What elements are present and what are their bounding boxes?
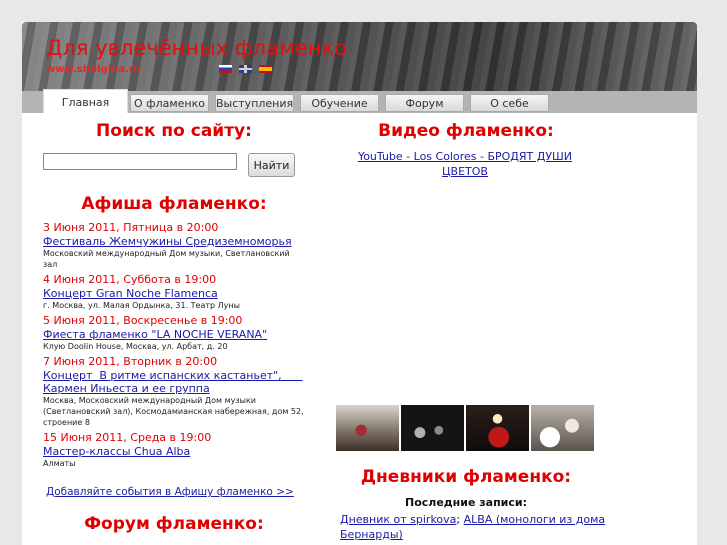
event-item: 5 Июня 2011, Воскресенье в 19:00 Фиеста … [43,314,305,352]
event-item: 3 Июня 2011, Пятница в 20:00 Фестиваль Ж… [43,221,305,270]
tab-about-flamenco[interactable]: О фламенко [130,94,209,112]
diaries-heading: Дневники фламенко: [360,467,572,487]
event-date: 15 Июня 2011, Среда в 19:00 [43,431,212,444]
flamenco-photo[interactable] [531,405,594,451]
event-date: 7 Июня 2011, Вторник в 20:00 [43,355,218,368]
event-item: 4 Июня 2011, Суббота в 19:00 Концерт Gra… [43,273,305,311]
main-nav: Главная О фламенко Выступления Обучение … [22,89,697,113]
afisha-heading: Афиша фламенко: [81,194,267,214]
russian-flag-icon[interactable] [219,65,232,73]
tab-home[interactable]: Главная [43,89,128,113]
event-list: 3 Июня 2011, Пятница в 20:00 Фестиваль Ж… [43,221,305,472]
tab-forum[interactable]: Форум [385,94,464,112]
event-place: г. Москва, ул. Малая Ордынка, 31. Театр … [43,301,240,310]
video-heading: Видео фламенко: [378,121,554,141]
search-input[interactable] [43,153,237,170]
forum-heading: Форум фламенко: [84,514,264,534]
event-place: Московский международный Дом музыки, Све… [43,249,290,269]
event-title-link[interactable]: Концерт В ритме испанских кастаньет", Ка… [43,369,305,395]
diaries-subheading: Последние записи: [404,496,528,509]
event-title-link[interactable]: Концерт Gran Noche Flamenca [43,287,305,300]
event-date: 4 Июня 2011, Суббота в 19:00 [43,273,217,286]
event-date: 5 Июня 2011, Воскресенье в 19:00 [43,314,243,327]
search-button[interactable]: Найти [248,153,295,177]
event-place: Алматы [43,459,76,468]
search-heading: Поиск по сайту: [96,121,252,141]
spanish-flag-icon[interactable] [259,65,272,73]
photo-strip [336,405,596,451]
flamenco-photo[interactable] [401,405,464,451]
event-title-link[interactable]: Фестиваль Жемчужины Средиземноморья [43,235,305,248]
site-title[interactable]: Для увлечённых фламенко [46,36,347,60]
afisha-add-link[interactable]: Добавляйте события в Афишу фламенко >> [46,486,294,498]
event-item: 15 Июня 2011, Среда в 19:00 Мастер-класс… [43,431,305,469]
event-date: 3 Июня 2011, Пятница в 20:00 [43,221,219,234]
tab-training[interactable]: Обучение [300,94,379,112]
event-place: Москва, Московский международный Дом муз… [43,396,304,427]
diary-author-link[interactable]: Дневник от spirkova [340,513,456,526]
video-link[interactable]: YouTube - Los Colores - БРОДЯТ ДУШИ ЦВЕТ… [340,149,590,179]
english-flag-icon[interactable] [239,65,252,73]
header-banner: Для увлечённых фламенко www.shulgina.ru [22,22,697,91]
event-title-link[interactable]: Мастер-классы Chua Alba [43,445,305,458]
flamenco-photo[interactable] [466,405,529,451]
flamenco-photo[interactable] [336,405,399,451]
event-title-link[interactable]: Фиеста фламенко "LA NOCHE VERANA" [43,328,305,341]
event-item: 7 Июня 2011, Вторник в 20:00 Концерт В р… [43,355,305,428]
page-container: Для увлечённых фламенко www.shulgina.ru … [22,22,697,545]
event-place: Клую Doolin House, Москва, ул. Арбат, д.… [43,342,228,351]
site-url[interactable]: www.shulgina.ru [46,64,141,75]
tab-about-me[interactable]: О себе [470,94,549,112]
tab-performances[interactable]: Выступления [215,94,294,112]
diary-entry: Дневник от spirkova; ALBA (монологи из д… [340,512,610,542]
diary-separator: ; [456,513,461,526]
